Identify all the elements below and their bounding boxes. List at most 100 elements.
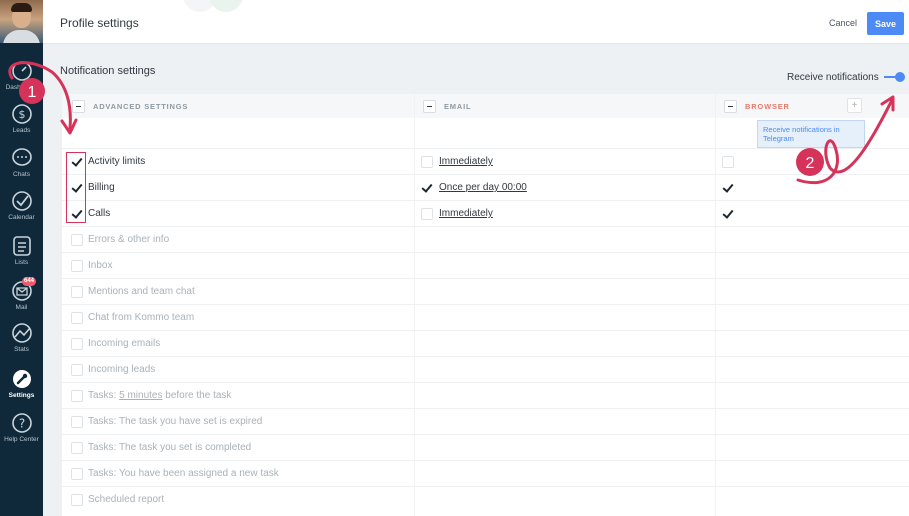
column-header-email: EMAIL (415, 94, 715, 118)
sidebar-item-label: Leads (12, 127, 31, 134)
table-row: Tasks: You have been assigned a new task (62, 460, 909, 486)
row-label: Errors & other info (88, 234, 170, 245)
column-header-label: ADVANCED SETTINGS (93, 101, 189, 111)
row-label: Tasks: 5 minutes before the task (88, 390, 231, 401)
sidebar-item-dashboard[interactable]: Dashboard (0, 60, 43, 91)
email-checkbox[interactable] (421, 208, 433, 220)
sidebar-item-chats[interactable]: Chats (0, 147, 43, 178)
sidebar-item-label: Stats (14, 346, 29, 353)
row-label: Inbox (88, 260, 113, 271)
avatar[interactable] (0, 0, 43, 43)
svg-text:?: ? (18, 417, 24, 431)
table-row: Tasks: The task you set is completed (62, 434, 909, 460)
row-label: Billing (88, 182, 115, 193)
row-label: Calls (88, 208, 111, 219)
row-checkbox[interactable] (71, 260, 83, 272)
page-header: Profile settings Cancel Save (43, 0, 909, 44)
sidebar-item-lists[interactable]: Lists (0, 235, 43, 266)
add-channel-button[interactable]: + (847, 98, 862, 113)
sidebar-item-label: Settings (8, 392, 35, 399)
row-checkbox[interactable] (71, 312, 83, 324)
collapse-browser-button[interactable] (724, 99, 737, 113)
column-header-browser: BROWSER (716, 94, 909, 118)
background-decoration (209, 0, 243, 12)
table-row: Activity limits Immediately (62, 148, 909, 174)
section-title: Notification settings (60, 65, 156, 77)
svg-text:$: $ (18, 108, 25, 121)
row-label-suffix: before the task (162, 390, 232, 401)
row-label: Mentions and team chat (88, 286, 195, 297)
email-frequency-link[interactable]: Immediately (439, 156, 493, 167)
table-row: Mentions and team chat (62, 278, 909, 304)
column-header-advanced: ADVANCED SETTINGS (62, 94, 414, 118)
section-band (43, 44, 909, 94)
column-header-label: BROWSER (745, 101, 790, 111)
sidebar: Dashboard $ Leads Chats Calendar Lists 6… (0, 0, 43, 516)
sidebar-item-label: Lists (14, 259, 29, 266)
browser-checkbox[interactable] (722, 208, 734, 220)
sidebar-item-label: Calendar (8, 214, 35, 221)
row-checkbox[interactable] (71, 468, 83, 480)
email-frequency-link[interactable]: Immediately (439, 208, 493, 219)
sidebar-item-settings[interactable]: Settings (0, 368, 43, 399)
table-row: Chat from Kommo team (62, 304, 909, 330)
sidebar-item-label: Mail (15, 304, 28, 311)
row-checkbox[interactable] (71, 234, 83, 246)
cancel-button[interactable]: Cancel (829, 18, 857, 28)
question-icon: ? (11, 413, 32, 433)
table-row: Errors & other info (62, 226, 909, 252)
table-row: Scheduled report (62, 486, 909, 512)
sidebar-item-calendar[interactable]: Calendar (0, 190, 43, 221)
mail-count-badge: 644 (22, 277, 37, 286)
row-checkbox[interactable] (71, 286, 83, 298)
row-checkbox[interactable] (71, 338, 83, 350)
table-row: Calls Immediately (62, 200, 909, 226)
table-row: Inbox (62, 252, 909, 278)
sidebar-item-mail[interactable]: 644 Mail (0, 277, 43, 311)
sidebar-item-label: Chats (13, 171, 30, 178)
row-label: Incoming emails (88, 338, 161, 349)
row-checkbox[interactable] (71, 416, 83, 428)
list-icon (12, 236, 31, 256)
row-checkbox[interactable] (71, 442, 83, 454)
sidebar-item-help-center[interactable]: ? Help Center (0, 412, 43, 443)
row-checkbox[interactable] (71, 494, 83, 506)
column-header-label: EMAIL (444, 101, 472, 111)
email-checkbox[interactable] (421, 182, 433, 194)
dollar-icon: $ (11, 104, 32, 124)
page-title: Profile settings (60, 16, 139, 30)
sidebar-item-stats[interactable]: Stats (0, 322, 43, 353)
dashboard-icon (11, 61, 32, 81)
row-label: Incoming leads (88, 364, 156, 375)
row-label: Scheduled report (88, 494, 165, 505)
save-button[interactable]: Save (867, 12, 904, 35)
sidebar-item-label: Dashboard (5, 84, 38, 91)
sidebar-item-label: Help Center (4, 436, 39, 443)
email-checkbox[interactable] (421, 156, 433, 168)
row-label-prefix: Tasks: (88, 390, 120, 401)
collapse-advanced-button[interactable] (72, 99, 85, 113)
table-row: Incoming leads (62, 356, 909, 382)
task-time-link[interactable]: 5 minutes (119, 390, 162, 401)
row-checkbox[interactable] (71, 390, 83, 402)
sidebar-item-leads[interactable]: $ Leads (0, 103, 43, 134)
receive-notifications-toggle[interactable] (884, 72, 905, 82)
collapse-email-button[interactable] (423, 99, 436, 113)
row-checkbox[interactable] (71, 364, 83, 376)
browser-checkbox[interactable] (722, 182, 734, 194)
table-row: Tasks: 5 minutes before the task (62, 382, 909, 408)
table-row: Billing Once per day 00:00 (62, 174, 909, 200)
telegram-tooltip: Receive notifications in Telegram (757, 120, 865, 148)
annotation-highlight-box (66, 152, 86, 223)
chat-icon (11, 148, 32, 166)
row-label: Tasks: You have been assigned a new task (88, 468, 279, 479)
table-row: Tasks: The task you have set is expired (62, 408, 909, 434)
wrench-icon (12, 370, 31, 388)
row-label: Activity limits (88, 156, 146, 167)
table-row: Incoming emails (62, 330, 909, 356)
email-frequency-link[interactable]: Once per day 00:00 (439, 182, 527, 193)
receive-notifications-label: Receive notifications (787, 72, 879, 83)
browser-checkbox[interactable] (722, 156, 734, 168)
row-label: Tasks: The task you have set is expired (88, 416, 263, 427)
row-label: Chat from Kommo team (88, 312, 195, 323)
